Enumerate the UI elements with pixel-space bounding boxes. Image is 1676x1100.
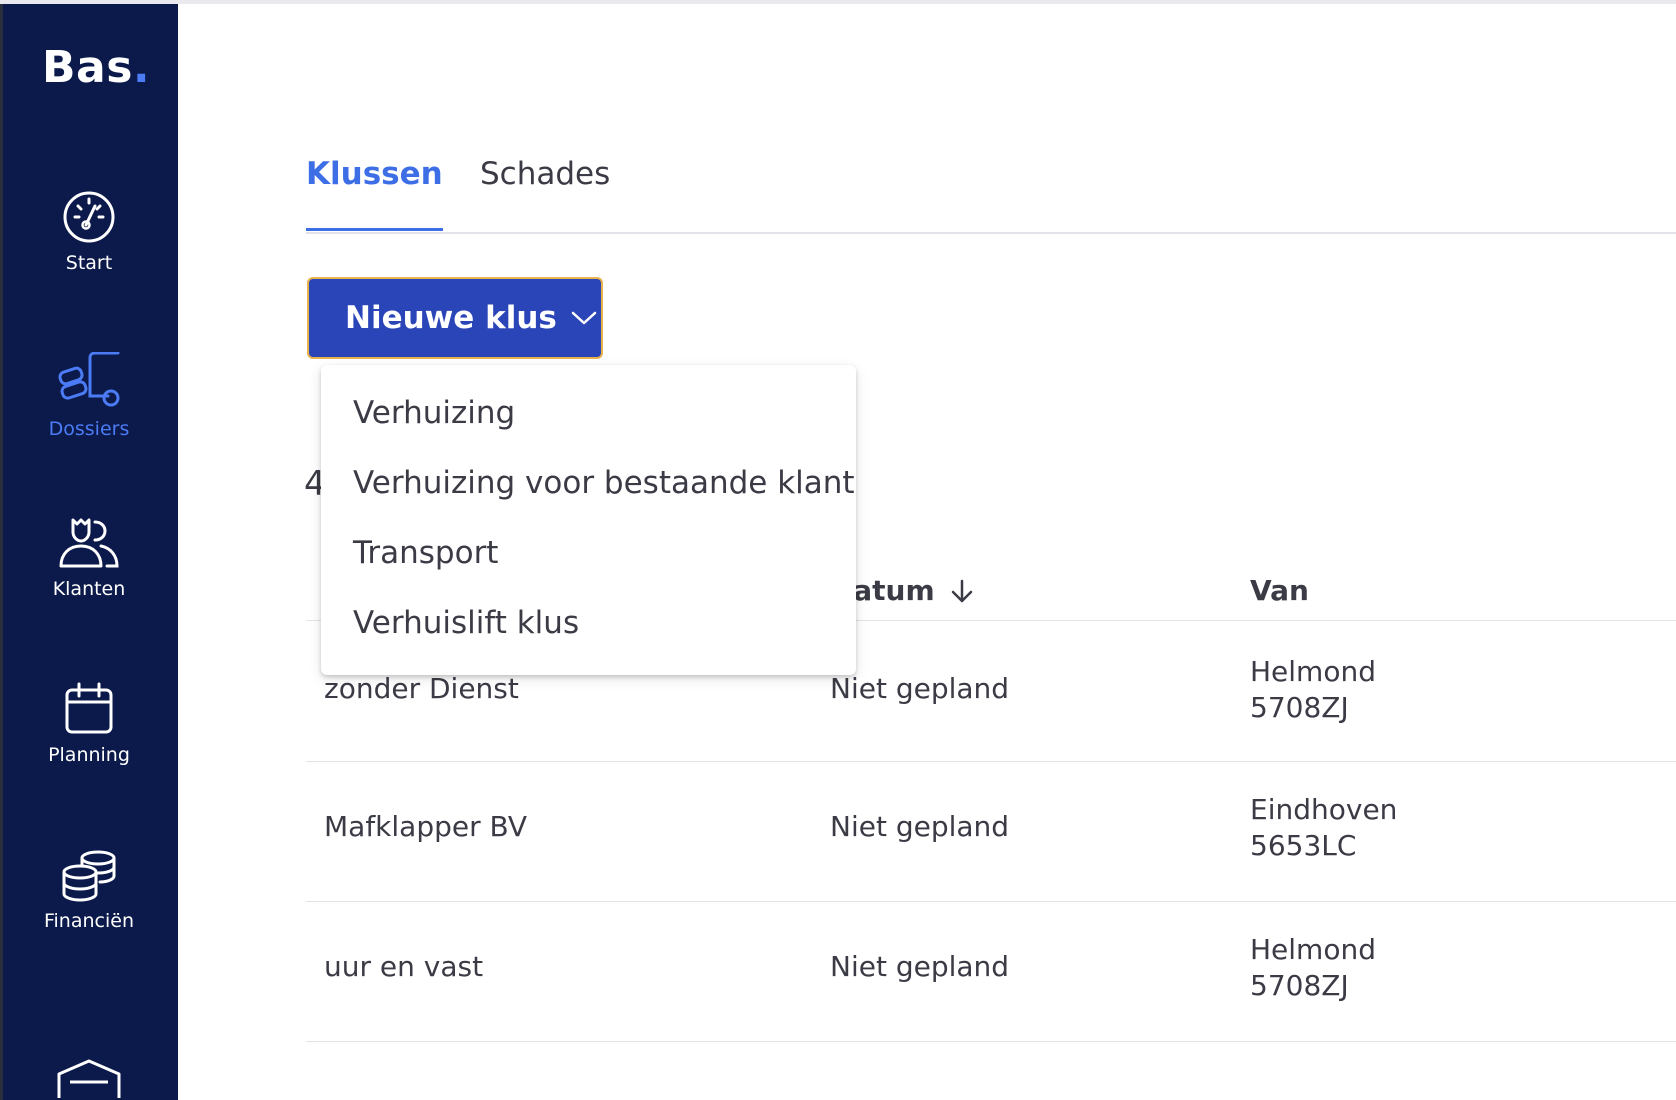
menu-item-transport[interactable]: Transport <box>353 535 498 571</box>
users-icon <box>59 518 119 568</box>
moving-truck-icon <box>58 352 120 407</box>
cell-name: uur en vast <box>324 950 484 983</box>
new-job-label: Nieuwe klus <box>345 300 557 336</box>
cell-van: Eindhoven 5653LC <box>1250 792 1397 864</box>
menu-item-verhuizing-bestaande-klant[interactable]: Verhuizing voor bestaande klant <box>353 465 855 501</box>
cell-name: zonder Dienst <box>324 672 519 705</box>
cell-datum: Niet gepland <box>830 810 1010 843</box>
sidebar-item-dossiers[interactable]: Dossiers <box>0 352 178 440</box>
cell-van: Helmond 5708ZJ <box>1250 654 1376 726</box>
coins-icon <box>62 850 116 902</box>
sidebar-item-financien[interactable]: Financiën <box>0 848 178 932</box>
cell-van-city: Helmond <box>1250 933 1376 966</box>
cell-van-postcode: 5708ZJ <box>1250 969 1349 1002</box>
tab-bar: Klussen Schades <box>306 156 1676 234</box>
calendar-icon <box>65 682 113 734</box>
new-job-dropdown-menu: Verhuizing Verhuizing voor bestaande kla… <box>321 365 856 675</box>
sidebar-item-label: Klanten <box>52 578 126 600</box>
sidebar-item-planning[interactable]: Planning <box>0 682 178 766</box>
sidebar: Bas. Start Dossiers Klanten Planning Fin… <box>0 4 178 1100</box>
cell-datum: Niet gepland <box>830 672 1010 705</box>
sidebar-item-label: Planning <box>48 744 130 766</box>
cell-van: Helmond 5708ZJ <box>1250 932 1376 1004</box>
sidebar-item-more[interactable] <box>0 1058 178 1100</box>
sidebar-item-label: Start <box>65 252 113 274</box>
cell-datum: Niet gepland <box>830 950 1010 983</box>
cell-name: Mafklapper BV <box>324 810 528 843</box>
sidebar-item-label: Financiën <box>43 910 134 932</box>
column-header-van[interactable]: Van <box>1250 574 1309 607</box>
tab-klussen[interactable]: Klussen <box>306 156 443 231</box>
table-row[interactable]: Mafklapper BV Niet gepland Eindhoven 565… <box>306 762 1676 906</box>
main-content: Klussen Schades Nieuwe klus 4 Datum Van … <box>178 4 1676 1100</box>
warehouse-icon <box>57 1059 121 1098</box>
row-divider <box>306 1041 1676 1042</box>
menu-item-verhuislift-klus[interactable]: Verhuislift klus <box>353 605 579 641</box>
cell-van-city: Helmond <box>1250 655 1376 688</box>
brand-name: Bas <box>42 42 133 93</box>
chevron-down-icon <box>571 311 597 325</box>
sidebar-item-label: Dossiers <box>48 418 130 440</box>
table-row[interactable]: uur en vast Niet gepland Helmond 5708ZJ <box>306 902 1676 1046</box>
cell-van-city: Eindhoven <box>1250 793 1398 826</box>
cell-van-postcode: 5708ZJ <box>1250 691 1349 724</box>
brand-dot: . <box>132 42 151 93</box>
speedometer-icon <box>63 191 115 243</box>
sidebar-item-klanten[interactable]: Klanten <box>0 516 178 600</box>
new-job-button[interactable]: Nieuwe klus <box>307 277 603 359</box>
brand-logo[interactable]: Bas. <box>42 42 150 93</box>
menu-item-verhuizing[interactable]: Verhuizing <box>353 395 515 431</box>
sidebar-item-start[interactable]: Start <box>0 190 178 274</box>
column-header-label: Van <box>1250 574 1309 607</box>
arrow-down-icon <box>951 579 972 602</box>
tab-schades[interactable]: Schades <box>480 156 610 192</box>
cell-van-postcode: 5653LC <box>1250 829 1357 862</box>
